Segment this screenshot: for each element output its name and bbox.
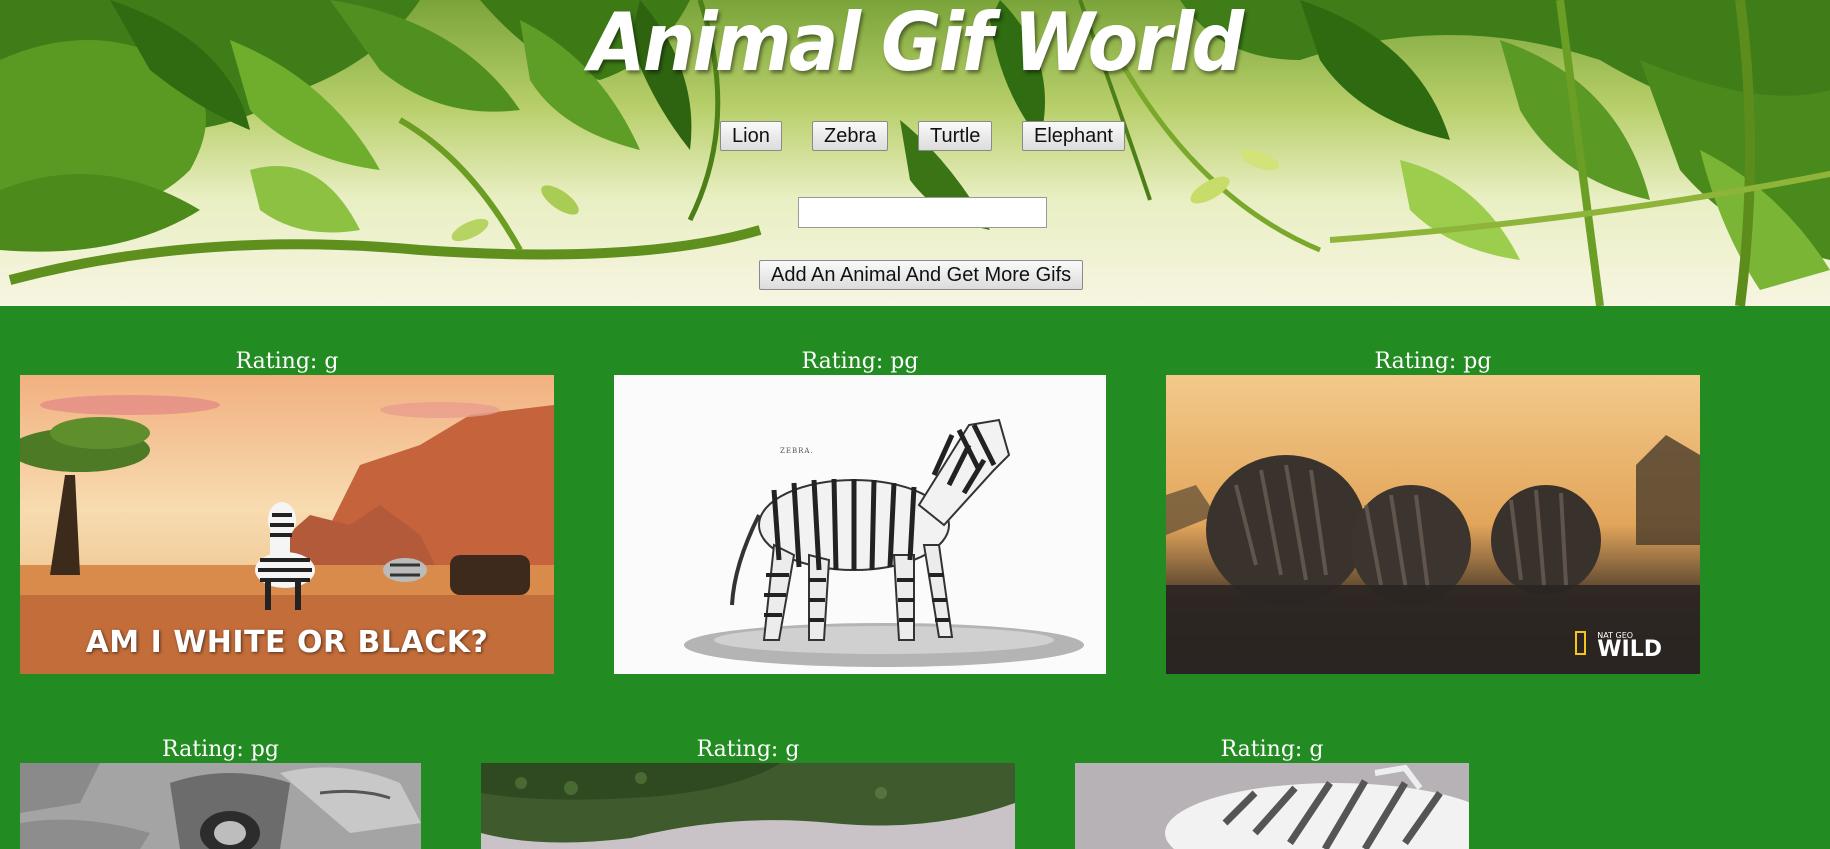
gif-image-zebra-closeup[interactable] — [1075, 763, 1469, 849]
gif-image-zebras-sunset[interactable]: NAT GEO WILD — [1166, 375, 1700, 674]
topic-button-turtle[interactable]: Turtle — [918, 121, 993, 151]
topic-button-elephant[interactable]: Elephant — [1022, 121, 1125, 151]
gif-rating: Rating: pg — [801, 349, 919, 374]
gif-rating: Rating: g — [235, 349, 339, 374]
gif-rating: Rating: pg — [162, 737, 279, 762]
nat-geo-logo-icon — [1575, 631, 1587, 655]
gif-image-cartoon-zebra[interactable]: AM I WHITE OR BLACK? — [20, 375, 554, 674]
jungle-banner: Animal Gif World Lion Zebra Turtle Eleph… — [0, 0, 1830, 306]
engraving-label: ZEBRA. — [780, 447, 814, 455]
gif-image-zebra-engraving[interactable]: ZEBRA. — [614, 375, 1106, 674]
gif-rating: Rating: g — [1220, 737, 1324, 762]
animal-search-input[interactable] — [798, 197, 1047, 228]
gif-caption: AM I WHITE OR BLACK? — [85, 625, 489, 660]
page-title: Animal Gif World — [588, 0, 1245, 89]
gif-image-camera-hands[interactable] — [20, 763, 421, 849]
gif-rating: Rating: pg — [1374, 349, 1492, 374]
nat-geo-wild-watermark: NAT GEO WILD — [1575, 631, 1662, 661]
gif-rating: Rating: g — [696, 737, 800, 762]
add-animal-button[interactable]: Add An Animal And Get More Gifs — [759, 260, 1084, 290]
gif-image-savanna-hills[interactable] — [481, 763, 1015, 849]
topic-button-lion[interactable]: Lion — [720, 121, 782, 151]
topic-button-zebra[interactable]: Zebra — [812, 121, 889, 151]
